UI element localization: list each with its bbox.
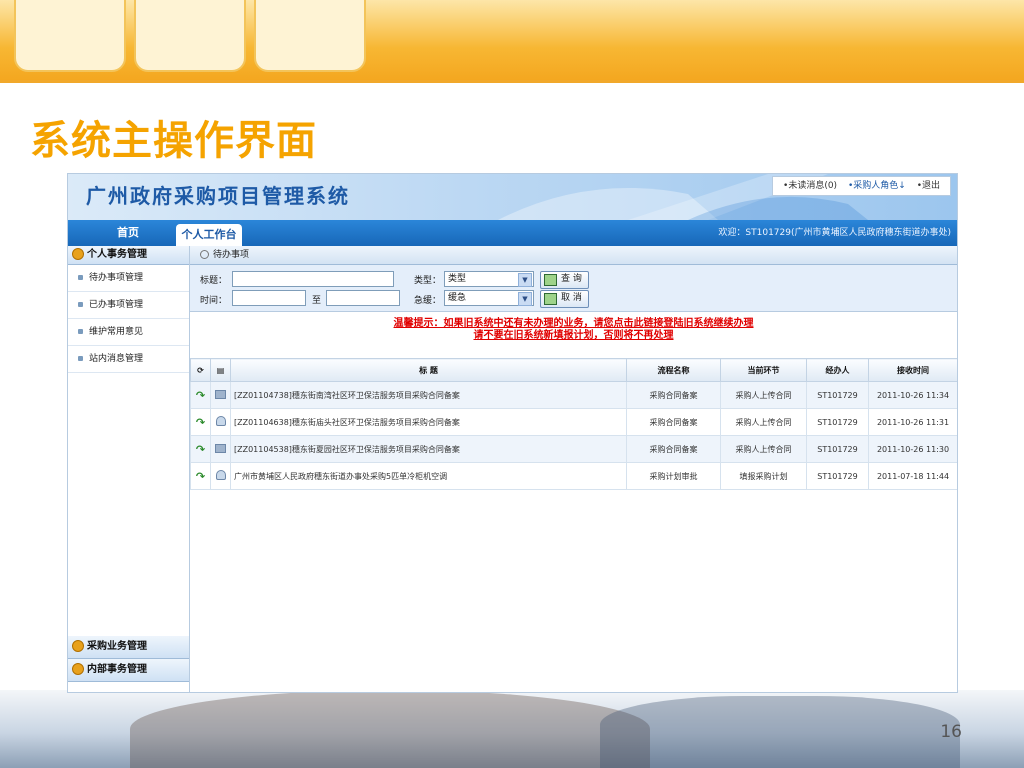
row-title-link[interactable]: [ZZ01104638]穗东街庙头社区环卫保洁服务项目采购合同备案 bbox=[230, 408, 627, 436]
row-process: 采购计划审批 bbox=[626, 462, 721, 490]
mail-icon bbox=[215, 389, 226, 399]
mail-icon bbox=[215, 443, 226, 453]
cancel-button[interactable]: 取 消 bbox=[540, 290, 589, 308]
unread-messages-link[interactable]: •未读消息(0) bbox=[783, 181, 837, 191]
sidebar-section-internal[interactable]: 内部事务管理 bbox=[68, 659, 189, 682]
app-header: 广州政府采购项目管理系统 •未读消息(0) •采购人角色↓ •退出 bbox=[68, 174, 957, 220]
row-time: 2011-07-18 11:44 bbox=[868, 462, 957, 490]
user-icon bbox=[215, 416, 226, 426]
search-form: 标题： 类型： 类型 ▼ 查 询 时间： 至 急缓： 缓急 ▼ 取 消 bbox=[190, 265, 957, 312]
sidebar-item-todo[interactable]: 待办事项管理 bbox=[68, 265, 189, 292]
forward-arrow-icon[interactable]: ↷ bbox=[196, 443, 205, 456]
sidebar-section-purchase[interactable]: 采购业务管理 bbox=[68, 636, 189, 659]
notice-warning: 请不要在旧系统新填报计划，否则将不再处理 bbox=[473, 330, 674, 341]
decor-tab bbox=[14, 0, 126, 72]
decor-tab bbox=[134, 0, 246, 72]
urgency-select[interactable]: 缓急 ▼ bbox=[444, 290, 534, 306]
row-step: 采购人上传合同 bbox=[720, 435, 807, 463]
section-icon bbox=[72, 640, 84, 652]
navbar: 首页 个人工作台 欢迎：ST101729(广州市黄埔区人民政府穗东街道办事处) bbox=[68, 220, 957, 246]
role-switch-link[interactable]: •采购人角色↓ bbox=[848, 181, 906, 191]
col-time[interactable]: 接收时间 bbox=[868, 358, 957, 382]
section-icon bbox=[72, 248, 84, 260]
to-label: 至 bbox=[312, 296, 322, 306]
slide-top-band bbox=[0, 0, 1024, 83]
type-label: 类型： bbox=[414, 276, 442, 286]
bullet-icon bbox=[78, 275, 83, 280]
search-icon bbox=[544, 274, 557, 286]
row-process: 采购合同备案 bbox=[626, 408, 721, 436]
refresh-icon[interactable]: ⟳ bbox=[190, 358, 211, 382]
row-time: 2011-10-26 11:34 bbox=[868, 381, 957, 409]
type-select[interactable]: 类型 ▼ bbox=[444, 271, 534, 287]
radio-icon bbox=[200, 250, 209, 259]
title-input[interactable] bbox=[232, 271, 394, 287]
bullet-icon bbox=[78, 356, 83, 361]
logout-link[interactable]: •退出 bbox=[917, 181, 940, 191]
col-process[interactable]: 流程名称 bbox=[626, 358, 721, 382]
section-icon bbox=[72, 663, 84, 675]
col-step[interactable]: 当前环节 bbox=[720, 358, 807, 382]
nav-home[interactable]: 首页 bbox=[88, 220, 168, 246]
row-step: 采购人上传合同 bbox=[720, 381, 807, 409]
row-time: 2011-10-26 11:31 bbox=[868, 408, 957, 436]
sidebar: 个人事务管理 待办事项管理 已办事项管理 维护常用意见 站内消息管理 采购业务管… bbox=[68, 246, 190, 692]
row-title-link[interactable]: [ZZ01104738]穗东街南湾社区环卫保洁服务项目采购合同备案 bbox=[230, 381, 627, 409]
col-handler[interactable]: 经办人 bbox=[806, 358, 869, 382]
sidebar-item-messages[interactable]: 站内消息管理 bbox=[68, 346, 189, 373]
page-number: 16 bbox=[940, 722, 962, 742]
row-title-link[interactable]: 广州市黄埔区人民政府穗东街道办事处采购5匹单冷柜机空调 bbox=[230, 462, 627, 490]
row-handler: ST101729 bbox=[806, 408, 869, 436]
chevron-down-icon: ▼ bbox=[518, 273, 532, 287]
background-photo bbox=[0, 690, 1024, 768]
cancel-icon bbox=[544, 293, 557, 305]
user-icon bbox=[215, 470, 226, 480]
col-title[interactable]: 标 题 bbox=[230, 358, 627, 382]
row-process: 采购合同备案 bbox=[626, 435, 721, 463]
chevron-down-icon: ▼ bbox=[518, 292, 532, 306]
urgency-label: 急缓： bbox=[414, 296, 442, 306]
app-title: 广州政府采购项目管理系统 bbox=[86, 184, 350, 208]
sidebar-item-opinions[interactable]: 维护常用意见 bbox=[68, 319, 189, 346]
app-window: 广州政府采购项目管理系统 •未读消息(0) •采购人角色↓ •退出 首页 个人工… bbox=[67, 173, 958, 693]
row-step: 采购人上传合同 bbox=[720, 408, 807, 436]
table-header-row: ⟳ ▤ 标 题 流程名称 当前环节 经办人 接收时间 bbox=[190, 358, 957, 382]
document-icon: ▤ bbox=[210, 358, 231, 382]
title-label: 标题： bbox=[200, 276, 228, 286]
table-row[interactable]: ↷ [ZZ01104738]穗东街南湾社区环卫保洁服务项目采购合同备案 采购合同… bbox=[190, 381, 957, 409]
bullet-icon bbox=[78, 329, 83, 334]
header-links: •未读消息(0) •采购人角色↓ •退出 bbox=[772, 176, 951, 196]
row-handler: ST101729 bbox=[806, 462, 869, 490]
nav-workspace[interactable]: 个人工作台 bbox=[176, 224, 242, 246]
table-row[interactable]: ↷ [ZZ01104638]穗东街庙头社区环卫保洁服务项目采购合同备案 采购合同… bbox=[190, 408, 957, 436]
row-process: 采购合同备案 bbox=[626, 381, 721, 409]
start-date-input[interactable] bbox=[232, 290, 306, 306]
row-handler: ST101729 bbox=[806, 381, 869, 409]
time-label: 时间： bbox=[200, 296, 228, 306]
todo-table: ⟳ ▤ 标 题 流程名称 当前环节 经办人 接收时间 ↷ [ZZ01104738… bbox=[190, 358, 957, 490]
row-step: 填报采购计划 bbox=[720, 462, 807, 490]
slide-title: 系统主操作界面 bbox=[30, 118, 317, 164]
row-title-link[interactable]: [ZZ01104538]穗东街夏园社区环卫保洁服务项目采购合同备案 bbox=[230, 435, 627, 463]
end-date-input[interactable] bbox=[326, 290, 400, 306]
decor-tab bbox=[254, 0, 366, 72]
notice-link[interactable]: 温馨提示：如果旧系统中还有未办理的业务，请您点击此链接登陆旧系统继续办理 bbox=[190, 318, 957, 330]
notice: 温馨提示：如果旧系统中还有未办理的业务，请您点击此链接登陆旧系统继续办理 请不要… bbox=[190, 312, 957, 348]
sidebar-item-done[interactable]: 已办事项管理 bbox=[68, 292, 189, 319]
panel-header: 待办事项 bbox=[190, 246, 957, 265]
table-row[interactable]: ↷ 广州市黄埔区人民政府穗东街道办事处采购5匹单冷柜机空调 采购计划审批 填报采… bbox=[190, 462, 957, 490]
forward-arrow-icon[interactable]: ↷ bbox=[196, 470, 205, 483]
bullet-icon bbox=[78, 302, 83, 307]
welcome-text: 欢迎：ST101729(广州市黄埔区人民政府穗东街道办事处) bbox=[718, 228, 951, 238]
main-content: 待办事项 标题： 类型： 类型 ▼ 查 询 时间： 至 急缓： 缓急 ▼ 取 消 温… bbox=[190, 246, 957, 692]
forward-arrow-icon[interactable]: ↷ bbox=[196, 416, 205, 429]
query-button[interactable]: 查 询 bbox=[540, 271, 589, 289]
table-row[interactable]: ↷ [ZZ01104538]穗东街夏园社区环卫保洁服务项目采购合同备案 采购合同… bbox=[190, 435, 957, 463]
row-handler: ST101729 bbox=[806, 435, 869, 463]
sidebar-section-personal[interactable]: 个人事务管理 bbox=[68, 246, 189, 265]
forward-arrow-icon[interactable]: ↷ bbox=[196, 389, 205, 402]
row-time: 2011-10-26 11:30 bbox=[868, 435, 957, 463]
